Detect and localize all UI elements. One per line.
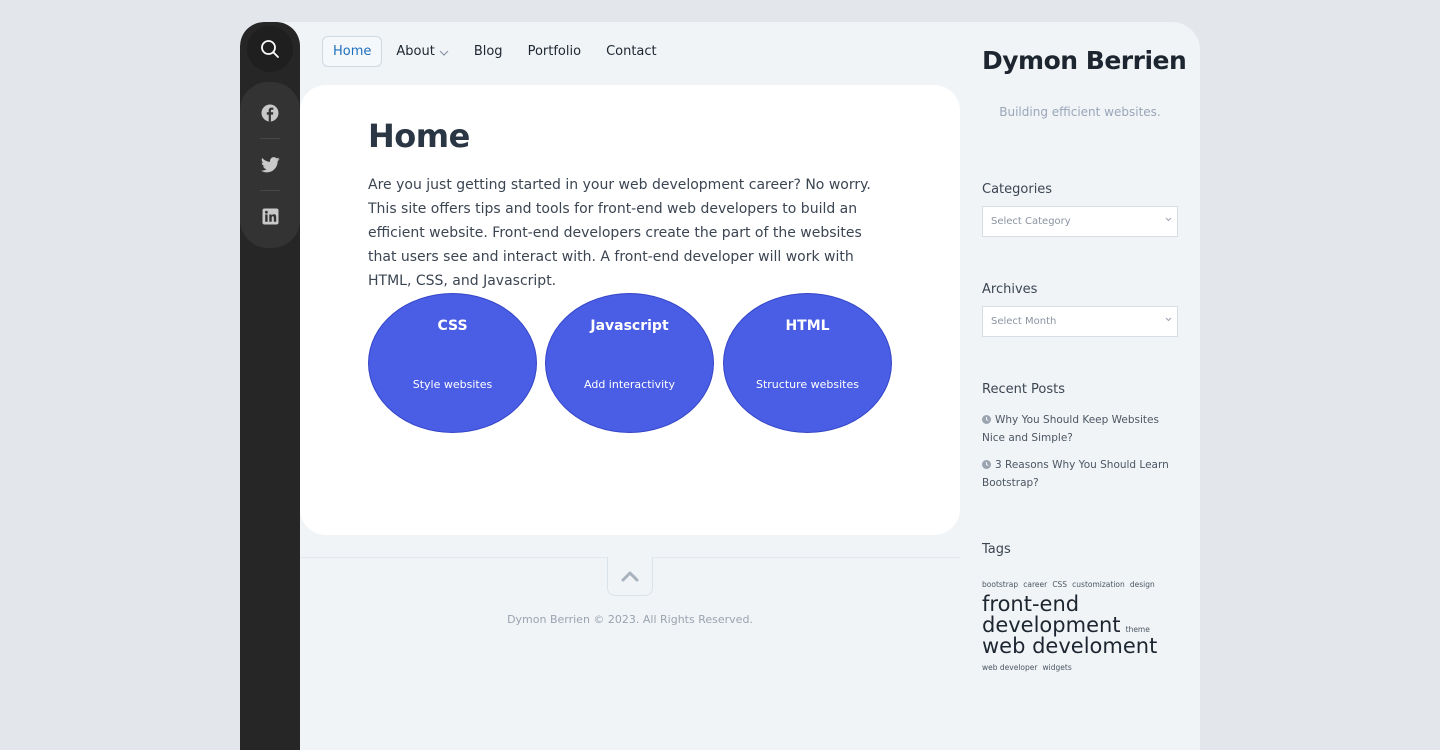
select-value: Select Category	[991, 216, 1071, 227]
chevron-down-icon	[1165, 217, 1172, 222]
content-card: Home Are you just getting started in you…	[300, 85, 960, 535]
select-value: Select Month	[991, 316, 1057, 327]
archives-title: Archives	[982, 282, 1038, 297]
facebook-icon	[261, 104, 279, 122]
tag-link[interactable]: CSS	[1052, 580, 1067, 589]
nav-item-label: About	[396, 44, 435, 59]
category-select[interactable]: Select Category	[982, 206, 1178, 237]
scroll-to-top-button[interactable]	[607, 557, 653, 596]
divider	[260, 190, 280, 191]
post-title: Why You Should Keep Websites Nice and Si…	[982, 414, 1159, 444]
post-title: 3 Reasons Why You Should Learn Bootstrap…	[982, 459, 1169, 489]
tag-link[interactable]: customization	[1072, 580, 1125, 589]
nav-item-blog[interactable]: Blog	[463, 36, 514, 67]
tag-link[interactable]: career	[1023, 580, 1047, 589]
tag-link[interactable]: bootstrap	[982, 580, 1018, 589]
tag-link[interactable]: front-end development	[982, 592, 1121, 637]
nav-item-label: Blog	[473, 44, 503, 59]
twitter-icon	[260, 157, 280, 173]
nav-item-label: Portfolio	[527, 44, 582, 59]
nav-item-portfolio[interactable]: Portfolio	[517, 36, 592, 67]
linkedin-link[interactable]	[240, 194, 300, 238]
card-title: CSS	[437, 318, 468, 334]
social-links	[240, 82, 300, 248]
css-card[interactable]: CSS Style websites	[368, 293, 537, 433]
clock-icon	[982, 460, 991, 469]
copyright-text: Dymon Berrien © 2023. All Rights Reserve…	[507, 613, 753, 626]
site-tagline: Building efficient websites.	[999, 105, 1161, 119]
facebook-link[interactable]	[240, 91, 300, 135]
archive-select[interactable]: Select Month	[982, 306, 1178, 337]
page-shell: Home About Blog Portfolio Contact Home A…	[240, 22, 1200, 750]
tag-link[interactable]: web developer	[982, 663, 1037, 672]
nav-item-home[interactable]: Home	[322, 36, 383, 67]
card-title: HTML	[785, 318, 830, 334]
search-button[interactable]	[247, 26, 293, 72]
linkedin-icon	[262, 208, 278, 224]
site-title[interactable]: Dymon Berrien	[982, 46, 1187, 75]
tag-link[interactable]: design	[1130, 580, 1155, 589]
search-icon	[261, 40, 279, 58]
tag-link[interactable]: theme	[1126, 625, 1150, 634]
html-card[interactable]: HTML Structure websites	[723, 293, 892, 433]
card-subtitle: Style websites	[412, 378, 493, 391]
recent-post-link[interactable]: 3 Reasons Why You Should Learn Bootstrap…	[982, 457, 1182, 492]
tag-link[interactable]: web develoment	[982, 634, 1157, 658]
chevron-up-icon	[621, 571, 639, 581]
nav-item-contact[interactable]: Contact	[595, 36, 668, 67]
clock-icon	[982, 415, 991, 424]
tags-title: Tags	[982, 542, 1011, 557]
twitter-link[interactable]	[240, 143, 300, 187]
categories-title: Categories	[982, 182, 1053, 197]
chevron-down-icon	[439, 50, 449, 56]
javascript-card[interactable]: Javascript Add interactivity	[545, 293, 714, 433]
chevron-down-icon	[1165, 317, 1172, 322]
nav-item-label: Contact	[606, 44, 657, 59]
recent-post-link[interactable]: Why You Should Keep Websites Nice and Si…	[982, 412, 1182, 447]
divider	[260, 138, 280, 139]
main-nav: Home About Blog Portfolio Contact	[322, 36, 671, 67]
recent-posts-title: Recent Posts	[982, 382, 1066, 397]
left-rail	[240, 22, 300, 750]
intro-text: Are you just getting started in your web…	[368, 177, 871, 289]
card-subtitle: Add interactivity	[584, 378, 675, 391]
card-title: Javascript	[590, 318, 669, 334]
nav-item-about[interactable]: About	[385, 36, 459, 67]
tag-cloud: bootstrap career CSS customization desig…	[982, 574, 1182, 673]
page-title: Home	[368, 117, 470, 155]
tag-link[interactable]: widgets	[1043, 663, 1072, 672]
card-subtitle: Structure websites	[755, 378, 859, 391]
nav-item-label: Home	[333, 44, 372, 59]
